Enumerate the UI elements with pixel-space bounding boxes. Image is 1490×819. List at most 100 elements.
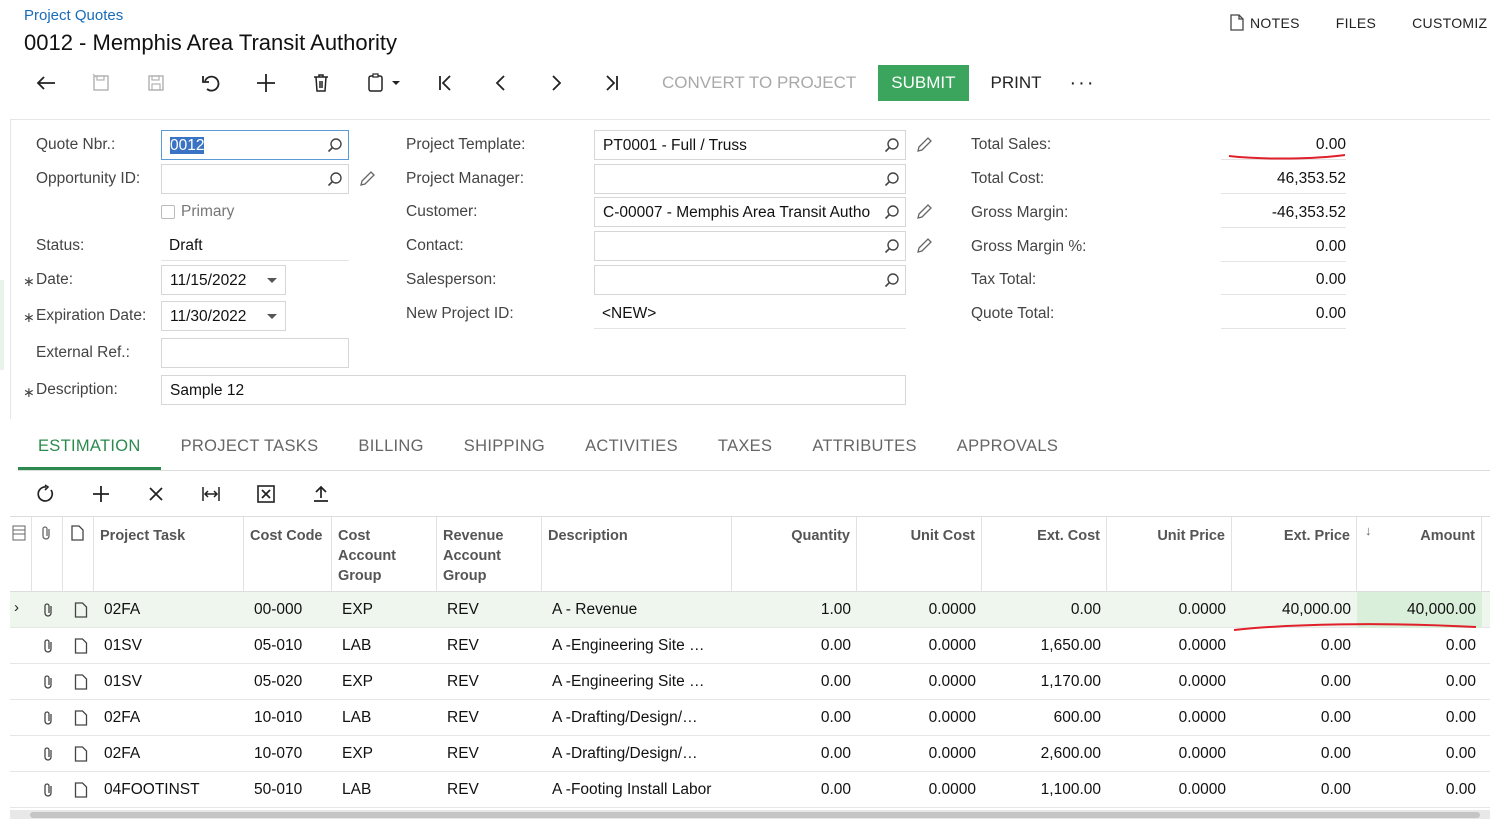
cost-code-cell[interactable]: 00-000 [248,592,332,628]
unit-price-cell[interactable]: 0.0000 [1107,592,1232,628]
paperclip-icon[interactable] [41,710,57,726]
row-settings-header[interactable] [10,517,32,593]
amount-cell[interactable]: 0.00 [1357,700,1482,736]
description-cell[interactable]: A - Revenue [546,592,714,628]
note-icon[interactable] [73,638,89,654]
opportunity-id-field[interactable] [161,164,349,194]
last-button[interactable] [583,64,638,102]
revenue-account-group-header[interactable]: Revenue Account Group [437,517,542,593]
amount-cell[interactable]: 0.00 [1357,664,1482,700]
customer-field[interactable]: C-00007 - Memphis Area Transit Authority [594,197,906,227]
revenue-account-group-cell[interactable]: REV [441,700,542,736]
note-icon[interactable] [73,674,89,690]
table-row[interactable]: 02FA 10-010 LAB REV A -Drafting/Design/Q… [10,700,1490,736]
unit-price-cell[interactable]: 0.0000 [1107,700,1232,736]
project-manager-field[interactable] [594,164,906,194]
ext-price-cell[interactable]: 0.00 [1232,772,1357,808]
tab-attributes[interactable]: ATTRIBUTES [792,427,936,470]
ext-cost-cell[interactable]: 1,170.00 [982,664,1107,700]
table-row[interactable]: 01SV 05-010 LAB REV A -Engineering Site … [10,628,1490,664]
tab-project-tasks[interactable]: PROJECT TASKS [161,427,339,470]
note-icon[interactable] [73,602,89,618]
tab-taxes[interactable]: TAXES [698,427,792,470]
description-header[interactable]: Description [542,517,732,593]
cost-account-group-cell[interactable]: EXP [336,592,437,628]
ext-price-cell[interactable]: 0.00 [1232,628,1357,664]
quote-nbr-field[interactable]: 0012 [161,130,349,160]
salesperson-field[interactable] [594,265,906,295]
task-cell[interactable]: 01SV [98,628,244,664]
ext-price-header[interactable]: Ext. Price [1232,517,1357,593]
amount-cell[interactable]: 0.00 [1357,628,1482,664]
tab-shipping[interactable]: SHIPPING [444,427,565,470]
search-icon[interactable] [884,238,900,254]
task-cell[interactable]: 04FOOTINST [98,772,244,808]
files-link[interactable]: FILES [1336,14,1376,31]
cost-account-group-cell[interactable]: EXP [336,736,437,772]
copy-paste-button[interactable] [348,64,418,102]
add-button[interactable] [238,64,293,102]
revenue-account-group-cell[interactable]: REV [441,628,542,664]
tab-billing[interactable]: BILLING [338,427,443,470]
unit-cost-cell[interactable]: 0.0000 [857,628,982,664]
quantity-cell[interactable]: 0.00 [732,664,857,700]
description-field[interactable]: Sample 12 [161,375,906,405]
note-icon[interactable] [73,782,89,798]
convert-to-project-button[interactable]: CONVERT TO PROJECT [648,64,870,102]
paperclip-icon[interactable] [41,674,57,690]
cost-code-cell[interactable]: 05-010 [248,628,332,664]
tab-activities[interactable]: ACTIVITIES [565,427,698,470]
project-task-header[interactable]: Project Task [94,517,244,593]
print-button[interactable]: PRINT [977,64,1056,102]
ext-cost-cell[interactable]: 600.00 [982,700,1107,736]
cost-account-group-header[interactable]: Cost Account Group [332,517,437,593]
quantity-cell[interactable]: 0.00 [732,700,857,736]
next-button[interactable] [528,64,583,102]
external-ref-field[interactable] [161,338,349,368]
unit-cost-cell[interactable]: 0.0000 [857,700,982,736]
table-row[interactable]: › 02FA 00-000 EXP REV A - Revenue 1.00 0… [10,592,1490,628]
paperclip-icon[interactable] [41,746,57,762]
edit-pencil-icon[interactable] [915,237,933,255]
table-row[interactable]: 01SV 05-020 EXP REV A -Engineering Site … [10,664,1490,700]
cost-code-cell[interactable]: 50-010 [248,772,332,808]
ext-price-cell[interactable]: 0.00 [1232,736,1357,772]
search-icon[interactable] [327,137,343,153]
revenue-account-group-cell[interactable]: REV [441,736,542,772]
chevron-down-icon[interactable] [267,278,277,283]
tab-estimation[interactable]: ESTIMATION [18,427,161,470]
note-icon[interactable] [73,710,89,726]
description-cell[interactable]: A -Engineering Site Visit [546,628,714,664]
previous-button[interactable] [473,64,528,102]
paperclip-icon[interactable] [41,602,57,618]
search-icon[interactable] [327,171,343,187]
unit-cost-cell[interactable]: 0.0000 [857,736,982,772]
ext-price-cell[interactable]: 40,000.00 [1232,592,1357,628]
ext-cost-cell[interactable]: 1,100.00 [982,772,1107,808]
ext-price-cell[interactable]: 0.00 [1232,664,1357,700]
task-cell[interactable]: 02FA [98,700,244,736]
quantity-cell[interactable]: 0.00 [732,772,857,808]
task-cell[interactable]: 01SV [98,664,244,700]
fit-columns-button[interactable] [183,484,238,504]
quantity-cell[interactable]: 0.00 [732,736,857,772]
unit-price-cell[interactable]: 0.0000 [1107,772,1232,808]
ext-cost-cell[interactable]: 1,650.00 [982,628,1107,664]
refresh-button[interactable] [18,484,73,504]
amount-header[interactable]: Amount [1357,517,1482,593]
cost-account-group-cell[interactable]: EXP [336,664,437,700]
first-button[interactable] [418,64,473,102]
primary-checkbox[interactable]: Primary [161,203,234,221]
amount-cell[interactable]: 0.00 [1357,772,1482,808]
search-icon[interactable] [884,137,900,153]
delete-button[interactable] [293,64,348,102]
unit-cost-cell[interactable]: 0.0000 [857,592,982,628]
task-cell[interactable]: 02FA [98,592,244,628]
quantity-cell[interactable]: 0.00 [732,628,857,664]
table-row[interactable]: 02FA 10-070 EXP REV A -Drafting/Design/Q… [10,736,1490,772]
cost-account-group-cell[interactable]: LAB [336,700,437,736]
chevron-right-icon[interactable]: › [14,599,30,616]
more-actions-button[interactable]: ··· [1056,64,1110,102]
add-row-button[interactable] [73,484,128,504]
tab-approvals[interactable]: APPROVALS [937,427,1078,470]
